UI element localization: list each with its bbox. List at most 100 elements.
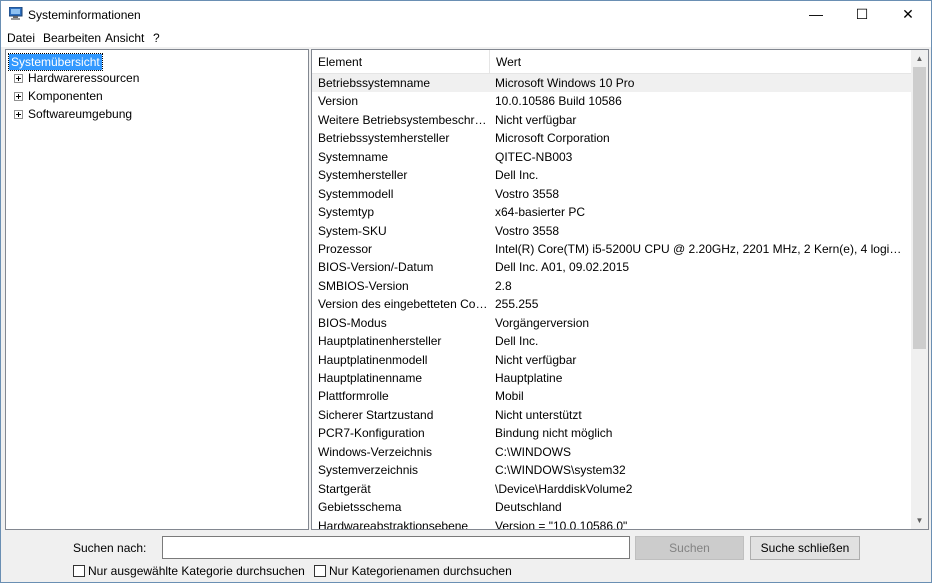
row-value-cell: QITEC-NB003 bbox=[495, 149, 573, 164]
row-value-cell: Microsoft Corporation bbox=[495, 131, 610, 146]
row-value-cell: Microsoft Windows 10 Pro bbox=[495, 76, 635, 90]
menu-help[interactable]: ? bbox=[153, 31, 160, 45]
row-value-cell: 255.255 bbox=[495, 297, 539, 312]
expand-plus-icon[interactable] bbox=[14, 109, 23, 119]
row-value-cell: Hauptplatine bbox=[495, 371, 563, 385]
table-row[interactable]: Hauptplatinenname Hauptplatine bbox=[312, 369, 912, 387]
close-icon: ✕ bbox=[902, 5, 914, 22]
table-row[interactable]: Systemverzeichnis C:\WINDOWS\system32 bbox=[312, 461, 912, 479]
table-row[interactable]: System-SKU Vostro 3558 bbox=[312, 222, 912, 240]
table-row[interactable]: Systemname QITEC-NB003 bbox=[312, 148, 912, 166]
close-button[interactable]: ✕ bbox=[885, 1, 931, 27]
title-bar[interactable]: Systeminformationen — ☐ ✕ bbox=[1, 1, 931, 27]
row-element-cell: Hauptplatinenhersteller bbox=[318, 334, 442, 349]
list-header: Element Wert bbox=[312, 50, 912, 74]
table-row[interactable]: Version des eingebetteten Controllers 255… bbox=[312, 295, 912, 313]
row-element-cell: Prozessor bbox=[318, 241, 373, 256]
category-names-option[interactable]: Nur Kategorienamen durchsuchen bbox=[314, 564, 512, 578]
row-element-cell: Gebietsschema bbox=[318, 500, 402, 515]
menu-ansicht[interactable]: Ansicht bbox=[105, 31, 144, 45]
menu-datei[interactable]: Datei bbox=[7, 31, 35, 45]
menu-bearbeiten[interactable]: Bearbeiten bbox=[43, 31, 101, 45]
row-value-cell: Vostro 3558 bbox=[495, 186, 560, 201]
table-row[interactable]: Hauptplatinenmodell Nicht verfügbar bbox=[312, 351, 912, 369]
table-row[interactable]: Sicherer Startzustand Nicht unterstützt bbox=[312, 406, 912, 424]
row-value-cell: 10.0.10586 Build 10586 bbox=[495, 94, 622, 109]
row-value-cell: Bindung nicht möglich bbox=[495, 426, 613, 441]
expand-plus-icon[interactable] bbox=[14, 91, 23, 101]
vertical-scrollbar[interactable]: ▲ ▼ bbox=[911, 50, 928, 529]
tree-item-label: Komponenten bbox=[28, 89, 103, 103]
tree-item-hardwareressourcen[interactable]: Hardwareressourcen bbox=[14, 70, 139, 86]
row-element-cell: Hardwareabstraktionsebene bbox=[318, 518, 469, 530]
row-element-cell: System-SKU bbox=[318, 223, 387, 238]
category-names-checkbox[interactable] bbox=[314, 565, 326, 577]
row-value-cell: Dell Inc. bbox=[495, 334, 539, 349]
tree-item-label: Hardwareressourcen bbox=[28, 71, 140, 85]
row-value-cell: Mobil bbox=[495, 389, 524, 404]
row-value-cell: Nicht verfügbar bbox=[495, 352, 577, 367]
scroll-up-icon[interactable]: ▲ bbox=[911, 50, 928, 67]
window-title: Systeminformationen bbox=[28, 8, 141, 22]
row-element-cell: Betriebssystemname bbox=[318, 76, 431, 90]
tree-item-systemuebersicht[interactable]: Systemübersicht bbox=[8, 53, 103, 71]
selected-category-checkbox[interactable] bbox=[73, 565, 85, 577]
system-info-icon bbox=[9, 7, 23, 20]
row-element-cell: PCR7-Konfiguration bbox=[318, 426, 425, 441]
row-element-cell: BIOS-Modus bbox=[318, 315, 387, 330]
table-row[interactable]: Systemmodell Vostro 3558 bbox=[312, 185, 912, 203]
row-element-cell: Windows-Verzeichnis bbox=[318, 444, 433, 459]
row-value-cell: C:\WINDOWS\system32 bbox=[495, 463, 626, 478]
row-value-cell: Dell Inc. bbox=[495, 168, 539, 183]
table-row[interactable]: Gebietsschema Deutschland bbox=[312, 498, 912, 516]
selected-category-option[interactable]: Nur ausgewählte Kategorie durchsuchen bbox=[73, 564, 305, 578]
search-button[interactable]: Suchen bbox=[635, 536, 744, 560]
row-value-cell: x64-basierter PC bbox=[495, 205, 586, 220]
tree-item-komponenten[interactable]: Komponenten bbox=[14, 88, 103, 104]
table-row[interactable]: BIOS-Version/-Datum Dell Inc. A01, 09.02.… bbox=[312, 258, 912, 276]
column-header-wert[interactable]: Wert bbox=[490, 50, 910, 74]
table-row[interactable]: Version 10.0.10586 Build 10586 bbox=[312, 92, 912, 110]
row-element-cell: Weitere Betriebsystembeschreibung bbox=[318, 112, 490, 127]
table-row[interactable]: PCR7-Konfiguration Bindung nicht möglich bbox=[312, 424, 912, 442]
close-search-button[interactable]: Suche schließen bbox=[750, 536, 860, 560]
table-row[interactable]: BIOS-Modus Vorgängerversion bbox=[312, 314, 912, 332]
table-row[interactable]: Windows-Verzeichnis C:\WINDOWS bbox=[312, 443, 912, 461]
scroll-down-icon[interactable]: ▼ bbox=[911, 512, 928, 529]
table-row[interactable]: Prozessor Intel(R) Core(TM) i5-5200U CPU … bbox=[312, 240, 912, 258]
row-element-cell: Systemtyp bbox=[318, 205, 375, 220]
maximize-icon: ☐ bbox=[855, 5, 869, 22]
row-value-cell: Nicht unterstützt bbox=[495, 407, 582, 422]
table-row[interactable]: Hardwareabstraktionsebene Version = "10.0… bbox=[312, 517, 912, 530]
column-header-element[interactable]: Element bbox=[312, 50, 489, 74]
table-row[interactable]: Betriebssystemname Microsoft Windows 10 P… bbox=[312, 74, 912, 93]
category-names-label: Nur Kategorienamen durchsuchen bbox=[329, 564, 512, 578]
table-row[interactable]: Plattformrolle Mobil bbox=[312, 387, 912, 405]
table-row[interactable]: Systemhersteller Dell Inc. bbox=[312, 166, 912, 184]
row-value-cell: Dell Inc. A01, 09.02.2015 bbox=[495, 260, 630, 275]
row-value-cell: Vostro 3558 bbox=[495, 223, 560, 238]
table-row[interactable]: Systemtyp x64-basierter PC bbox=[312, 203, 912, 221]
minimize-button[interactable]: — bbox=[793, 1, 839, 27]
search-label: Suchen nach: bbox=[73, 541, 147, 555]
row-element-cell: Betriebssystemhersteller bbox=[318, 131, 450, 146]
menu-bar: Datei Bearbeiten Ansicht ? bbox=[1, 27, 931, 47]
tree-item-softwareumgebung[interactable]: Softwareumgebung bbox=[14, 106, 132, 122]
search-input[interactable] bbox=[162, 536, 630, 559]
expand-plus-icon[interactable] bbox=[14, 73, 23, 83]
row-element-cell: Plattformrolle bbox=[318, 389, 389, 404]
row-value-cell: 2.8 bbox=[495, 278, 512, 293]
row-value-cell: Version = "10.0.10586.0" bbox=[495, 518, 628, 530]
table-row[interactable]: Betriebssystemhersteller Microsoft Corpor… bbox=[312, 129, 912, 147]
row-element-cell: Systemname bbox=[318, 149, 389, 164]
selected-category-label: Nur ausgewählte Kategorie durchsuchen bbox=[88, 564, 305, 578]
details-list[interactable]: Element Wert Betriebssystemname Microsoft… bbox=[311, 49, 929, 530]
table-row[interactable]: Weitere Betriebsystembeschreibung Nicht v… bbox=[312, 111, 912, 129]
table-row[interactable]: Hauptplatinenhersteller Dell Inc. bbox=[312, 332, 912, 350]
row-value-cell: Nicht verfügbar bbox=[495, 112, 577, 127]
table-row[interactable]: SMBIOS-Version 2.8 bbox=[312, 277, 912, 295]
maximize-button[interactable]: ☐ bbox=[839, 1, 885, 27]
category-tree[interactable]: Systemübersicht Hardwareressourcen Kompo… bbox=[5, 49, 309, 530]
table-row[interactable]: Startgerät \Device\HarddiskVolume2 bbox=[312, 480, 912, 498]
scroll-thumb[interactable] bbox=[913, 67, 926, 349]
